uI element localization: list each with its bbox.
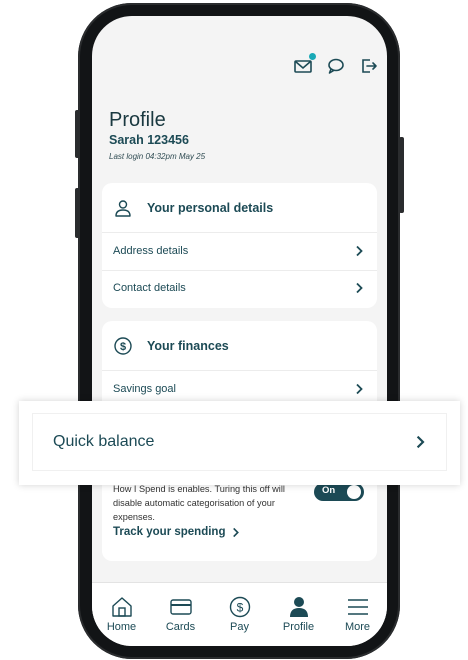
toggle-label: On: [322, 485, 336, 496]
notification-dot: [309, 53, 316, 60]
chevron-right-icon: [233, 527, 240, 537]
chevron-right-icon: [356, 383, 363, 395]
svg-text:$: $: [236, 601, 243, 615]
finances-heading: Your finances: [147, 339, 229, 353]
spending-description: How I Spend is enables. Turing this off …: [113, 484, 285, 522]
quick-balance-label: Quick balance: [53, 433, 155, 450]
svg-text:$: $: [120, 341, 126, 353]
logout-icon[interactable]: [359, 56, 379, 76]
phone-side-button: [75, 188, 80, 238]
person-icon: [289, 597, 308, 617]
row-label: Contact details: [113, 282, 186, 294]
contact-details-row[interactable]: Contact details: [113, 270, 364, 306]
phone-side-button: [75, 110, 80, 158]
tab-label: Cards: [165, 621, 196, 633]
bottom-tab-bar: Home Cards $ Pay Profile More: [92, 582, 387, 646]
home-icon: [111, 597, 132, 617]
chevron-right-icon: [356, 282, 363, 294]
mail-icon[interactable]: [293, 53, 316, 76]
address-details-row[interactable]: Address details: [113, 233, 364, 269]
track-spending-link[interactable]: Track your spending: [113, 526, 240, 538]
spending-toggle[interactable]: On: [314, 483, 364, 501]
finances-header: $ Your finances: [113, 336, 229, 356]
personal-details-header: Your personal details: [113, 198, 273, 218]
quick-balance-row[interactable]: Quick balance: [32, 413, 447, 471]
last-login: Last login 04:32pm May 25: [109, 152, 206, 161]
tab-pay[interactable]: $ Pay: [212, 583, 268, 646]
personal-details-heading: Your personal details: [147, 201, 274, 215]
chevron-right-icon: [416, 435, 425, 449]
person-outline-icon: [115, 200, 131, 217]
dollar-icon: $: [229, 596, 250, 618]
tab-label: Home: [106, 621, 137, 633]
tab-more[interactable]: More: [330, 583, 386, 646]
spending-section: How I Spend is enables. Turing this off …: [102, 477, 377, 561]
top-actions: [293, 53, 379, 76]
menu-icon: [347, 599, 368, 615]
tab-label: More: [344, 621, 371, 633]
toggle-knob: [347, 485, 361, 499]
tab-cards[interactable]: Cards: [153, 583, 209, 646]
personal-details-card: Your personal details Address details Co…: [102, 183, 377, 308]
tab-label: Profile: [282, 621, 315, 633]
quick-balance-callout: Quick balance: [19, 401, 460, 485]
row-label: Address details: [113, 245, 189, 257]
tab-home[interactable]: Home: [94, 583, 150, 646]
chevron-right-icon: [356, 245, 363, 257]
user-name: Sarah 123456: [109, 133, 189, 147]
card-icon: [169, 599, 192, 615]
app-screen: Profile Sarah 123456 Last login 04:32pm …: [92, 16, 387, 646]
tab-profile[interactable]: Profile: [271, 583, 327, 646]
tab-label: Pay: [230, 621, 249, 633]
phone-side-button: [399, 137, 404, 213]
chat-icon[interactable]: [326, 56, 346, 76]
row-label: Savings goal: [113, 383, 176, 395]
page-title: Profile: [109, 109, 166, 131]
dollar-circle-icon: $: [114, 337, 132, 355]
track-spending-label: Track your spending: [113, 526, 226, 538]
